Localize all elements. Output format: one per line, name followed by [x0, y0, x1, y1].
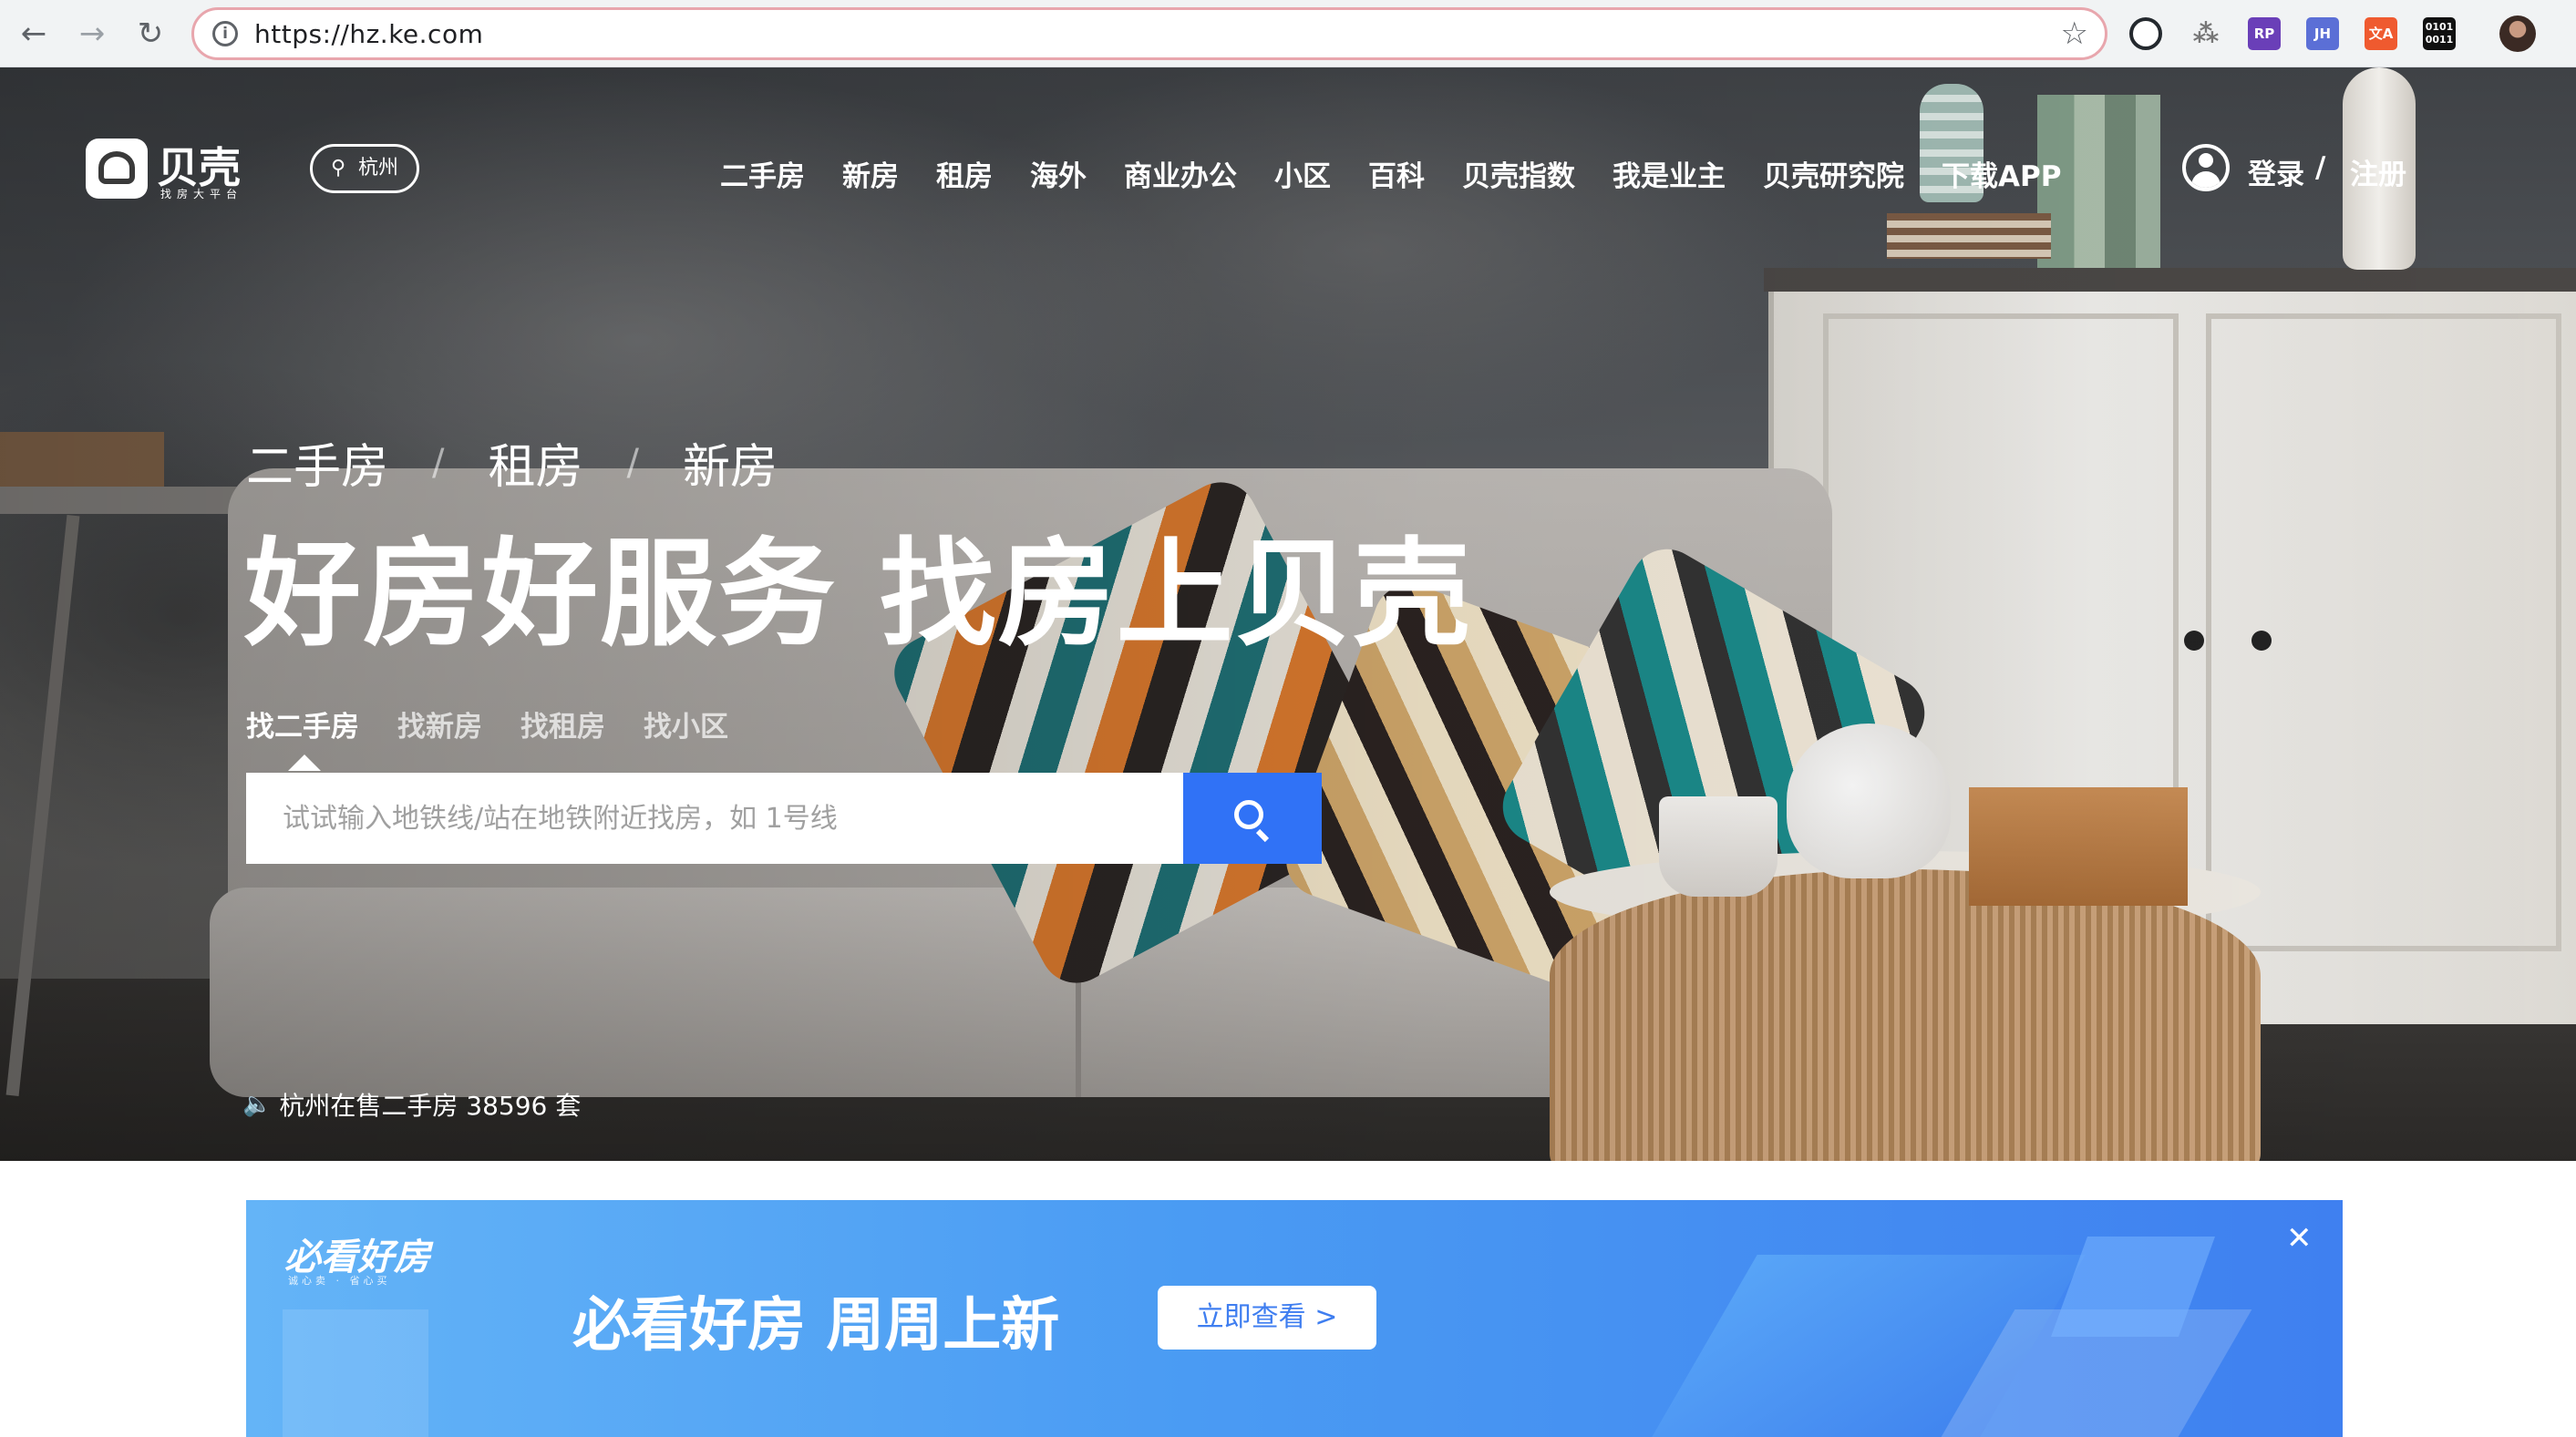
active-tab-caret: [288, 754, 321, 771]
login-link[interactable]: 登录: [2248, 151, 2304, 192]
house-icon: [98, 151, 135, 184]
banner-logo-subtitle: 诚心卖 · 省心买: [288, 1275, 391, 1287]
close-icon[interactable]: ✕: [2286, 1220, 2313, 1257]
search-icon-handle: [1255, 828, 1270, 843]
site-info-icon[interactable]: i: [212, 21, 238, 46]
listing-ticker: 🔈 杭州在售二手房 38596 套: [242, 1086, 581, 1123]
city-selector[interactable]: ⚲ 杭州: [310, 144, 419, 193]
category-zufang[interactable]: 租房: [489, 428, 583, 497]
profile-avatar[interactable]: [2499, 15, 2536, 52]
banner-decoration: [283, 1309, 428, 1437]
url-text[interactable]: https://hz.ke.com: [254, 19, 483, 49]
jh-extension-icon[interactable]: JH: [2306, 17, 2339, 50]
nav-xiaoqu[interactable]: 小区: [1274, 153, 1331, 193]
tab-find-ershoufang[interactable]: 找二手房: [246, 703, 359, 744]
banner-title: 必看好房 周周上新: [572, 1292, 1060, 1360]
category-ershoufang[interactable]: 二手房: [246, 428, 388, 497]
sitemap-extension-icon[interactable]: ⁂: [2190, 17, 2222, 50]
view-now-button[interactable]: 立即查看 >: [1158, 1286, 1376, 1350]
ticker-text: 杭州在售二手房 38596 套: [279, 1091, 582, 1121]
location-pin-icon: ⚲: [331, 157, 346, 180]
github-extension-icon[interactable]: [2129, 17, 2162, 50]
bookmark-star-icon[interactable]: ☆: [2061, 15, 2088, 52]
top-navigation: 二手房 新房 租房 海外 商业办公 小区 百科 贝壳指数 我是业主 贝壳研究院 …: [720, 153, 2061, 193]
search-box: [246, 773, 1183, 864]
translate-extension-icon[interactable]: 文A: [2365, 17, 2397, 50]
avatar-head: [2199, 153, 2213, 168]
auth-separator: /: [2315, 151, 2326, 184]
nav-download-app[interactable]: 下载APP: [1942, 153, 2061, 193]
nav-baike[interactable]: 百科: [1368, 153, 1425, 193]
tab-find-zufang[interactable]: 找租房: [520, 703, 605, 744]
back-arrow-icon[interactable]: ←: [13, 13, 55, 55]
avatar-body: [2191, 171, 2221, 188]
nav-zufang[interactable]: 租房: [936, 153, 993, 193]
user-avatar-icon[interactable]: [2182, 144, 2230, 191]
reload-icon[interactable]: ↻: [129, 13, 171, 55]
hero-headline: 好房好服务 找房上贝壳: [244, 527, 1472, 662]
nav-haiwai[interactable]: 海外: [1030, 153, 1087, 193]
search-button[interactable]: [1183, 773, 1322, 864]
city-label: 杭州: [358, 157, 399, 180]
category-separator: /: [432, 441, 445, 484]
logo-subtitle: 找房大平台: [160, 188, 243, 200]
speaker-icon: 🔈: [242, 1091, 273, 1118]
nav-shangye[interactable]: 商业办公: [1124, 153, 1237, 193]
search-tabs: 找二手房 找新房 找租房 找小区: [246, 703, 728, 744]
nav-zhishu[interactable]: 贝壳指数: [1462, 153, 1575, 193]
rp-extension-icon[interactable]: RP: [2248, 17, 2281, 50]
nav-xinfang[interactable]: 新房: [842, 153, 899, 193]
browser-toolbar: ← → ↻ i https://hz.ke.com ☆ ⁂ RP JH 文A 0…: [0, 0, 2576, 67]
nav-ershoufang[interactable]: 二手房: [720, 153, 805, 193]
search-icon: [1234, 800, 1263, 829]
category-separator: /: [626, 441, 639, 484]
tab-find-xinfang[interactable]: 找新房: [397, 703, 482, 744]
address-bar[interactable]: i https://hz.ke.com ☆: [191, 7, 2107, 60]
tab-find-xiaoqu[interactable]: 找小区: [644, 703, 728, 744]
ke-logo-icon[interactable]: [86, 139, 148, 199]
search-input[interactable]: [246, 773, 1183, 864]
register-link[interactable]: 注册: [2350, 151, 2406, 192]
nav-yanjiuyuan[interactable]: 贝壳研究院: [1763, 153, 1904, 193]
binary-extension-icon[interactable]: 0101 0011: [2423, 17, 2456, 50]
forward-arrow-icon[interactable]: →: [71, 13, 113, 55]
promo-banner[interactable]: 必看好房 诚心卖 · 省心买 必看好房 周周上新 立即查看 > ✕: [246, 1200, 2343, 1437]
category-xinfang[interactable]: 新房: [683, 428, 778, 497]
hero-categories: 二手房 / 租房 / 新房: [246, 428, 778, 497]
nav-yezhu[interactable]: 我是业主: [1613, 153, 1726, 193]
